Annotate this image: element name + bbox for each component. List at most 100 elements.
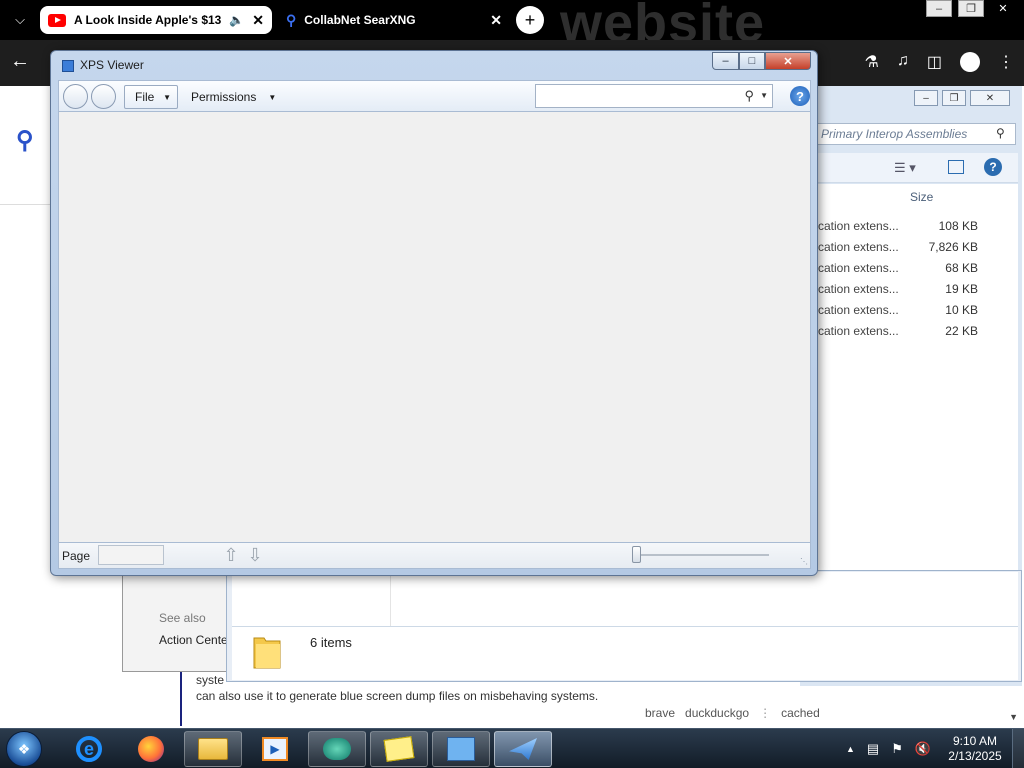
taskbar-app[interactable] (308, 731, 366, 767)
labs-flask-icon[interactable]: ⚗ (865, 52, 879, 72)
internet-explorer-icon: e (76, 736, 102, 762)
view-options-icon[interactable]: ☰ ▾ (894, 160, 916, 176)
search-icon[interactable]: ⚲ (16, 126, 34, 155)
close-button[interactable]: ✕ (970, 90, 1010, 106)
taskbar-firefox[interactable] (122, 731, 180, 767)
file-size: 22 KB (945, 324, 978, 338)
search-icon[interactable]: ⚲ (996, 126, 1005, 140)
explorer-window-controls: – ❐ ✕ (914, 90, 1010, 106)
close-button[interactable]: ✕ (765, 52, 811, 70)
close-icon[interactable]: ✕ (490, 12, 502, 29)
window-title: XPS Viewer (80, 58, 144, 72)
document-area[interactable] (58, 112, 811, 542)
back-arrow-icon[interactable]: ← (10, 50, 30, 73)
xps-viewer-icon (509, 738, 537, 760)
taskbar-explorer[interactable] (184, 731, 242, 767)
clock[interactable]: 9:10 AM 2/13/2025 (944, 734, 1006, 764)
more-menu-icon[interactable]: ⋮ (998, 52, 1014, 72)
cached-link[interactable]: cached (781, 706, 820, 720)
close-icon[interactable]: ✕ (252, 12, 264, 29)
preview-pane-icon[interactable] (948, 160, 964, 174)
xps-command-bar: File ▼ Permissions ▼ ⚲ ▼ ? (58, 80, 811, 112)
system-tray: ▲ ▤ ⚑ 🔇 (846, 741, 931, 757)
flag-icon[interactable]: ⚑ (891, 741, 903, 757)
tab-youtube[interactable]: A Look Inside Apple's $130 🔈 ✕ (40, 6, 272, 34)
see-also-label: See also (159, 611, 206, 625)
result-rule (180, 668, 182, 726)
start-button[interactable]: ❖ (6, 731, 42, 767)
file-size: 68 KB (945, 261, 978, 275)
tab-searxng[interactable]: ⚲ CollabNet SearXNG ✕ (278, 6, 510, 34)
page-number-input[interactable] (98, 545, 164, 565)
speaker-icon[interactable]: 🔈 (229, 13, 244, 27)
close-button[interactable]: ✕ (990, 0, 1016, 17)
tab-title: CollabNet SearXNG (304, 13, 416, 27)
taskbar-sticky-notes[interactable] (370, 731, 428, 767)
file-row[interactable]: cation extens... 19 KB (818, 282, 978, 303)
taskbar-internet-explorer[interactable]: e (60, 731, 118, 767)
tab-title: A Look Inside Apple's $130 (74, 13, 222, 27)
side-panel-icon[interactable]: ◫ (927, 52, 942, 72)
profile-avatar[interactable] (960, 52, 980, 72)
find-input[interactable]: ⚲ ▼ (535, 84, 773, 108)
kebab-icon[interactable]: ⋮ (759, 706, 771, 720)
back-button[interactable] (63, 84, 88, 109)
resize-grip-icon[interactable]: ⋱ (800, 557, 808, 566)
file-type: cation extens... (818, 303, 899, 317)
minimize-button[interactable]: – (712, 52, 739, 70)
sticky-notes-icon (383, 736, 415, 762)
zoom-slider-track[interactable] (635, 554, 769, 556)
action-center-link[interactable]: Action Cente (159, 633, 228, 647)
file-size: 108 KB (938, 219, 978, 233)
next-page-arrow-icon[interactable]: ⇩ (246, 544, 264, 566)
maximize-button[interactable]: □ (739, 52, 765, 70)
file-type: cation extens... (818, 240, 899, 254)
file-size: 10 KB (945, 303, 978, 317)
scroll-down-arrow-icon[interactable]: ▼ (1009, 712, 1018, 722)
explorer-navigation-area (232, 572, 1018, 626)
restore-button[interactable]: ❐ (942, 90, 966, 106)
tab-list-chevron-icon[interactable]: ⌵ (6, 6, 34, 34)
browser-window-controls: – ❐ ✕ (926, 0, 1016, 17)
engine-link[interactable]: duckduckgo (685, 706, 749, 720)
youtube-icon (48, 13, 66, 27)
file-row[interactable]: cation extens... 108 KB (818, 219, 978, 240)
file-row[interactable]: cation extens... 22 KB (818, 324, 978, 345)
folder-icon (198, 738, 228, 760)
new-tab-button[interactable]: + (516, 6, 544, 34)
divider (390, 572, 391, 626)
file-menu-button[interactable]: File ▼ (124, 85, 178, 109)
browser-tabstrip: ⌵ A Look Inside Apple's $130 🔈 ✕ ⚲ Colla… (0, 0, 1024, 53)
minimize-button[interactable]: – (926, 0, 952, 17)
file-row[interactable]: cation extens... 10 KB (818, 303, 978, 324)
forward-button[interactable] (91, 84, 116, 109)
previous-page-arrow-icon[interactable]: ⇧ (222, 544, 240, 566)
file-row[interactable]: cation extens... 68 KB (818, 261, 978, 282)
search-icon: ⚲ (286, 11, 297, 28)
chevron-down-icon[interactable]: ▼ (760, 91, 768, 100)
minimize-button[interactable]: – (914, 90, 938, 106)
chevron-down-icon: ▼ (268, 92, 277, 102)
xps-app-icon (62, 60, 74, 72)
zoom-slider-thumb[interactable] (632, 546, 641, 563)
file-size: 7,826 KB (928, 240, 978, 254)
explorer-search-input[interactable]: Primary Interop Assemblies (816, 123, 1016, 145)
taskbar-xps-viewer[interactable] (494, 731, 552, 767)
show-desktop-button[interactable] (1012, 729, 1024, 768)
item-count: 6 items (310, 635, 352, 650)
help-icon[interactable]: ? (790, 86, 810, 106)
permissions-menu-button[interactable]: Permissions ▼ (185, 85, 282, 109)
network-icon[interactable]: ▤ (867, 741, 879, 757)
engine-link[interactable]: brave (645, 706, 675, 720)
file-row[interactable]: cation extens... 7,826 KB (818, 240, 978, 261)
restore-button[interactable]: ❐ (958, 0, 984, 17)
media-queue-icon[interactable]: ♫ (897, 52, 909, 72)
help-icon[interactable]: ? (984, 158, 1002, 176)
column-header-size[interactable]: Size (910, 190, 933, 204)
chevron-up-icon[interactable]: ▲ (846, 741, 855, 757)
speaker-muted-icon[interactable]: 🔇 (915, 741, 931, 757)
taskbar-media-player[interactable]: ▶ (246, 731, 304, 767)
taskbar-control-panel[interactable] (432, 731, 490, 767)
search-icon[interactable]: ⚲ (744, 88, 754, 104)
xps-viewer-window: XPS Viewer – □ ✕ File ▼ Permissions ▼ ⚲ … (50, 50, 818, 576)
